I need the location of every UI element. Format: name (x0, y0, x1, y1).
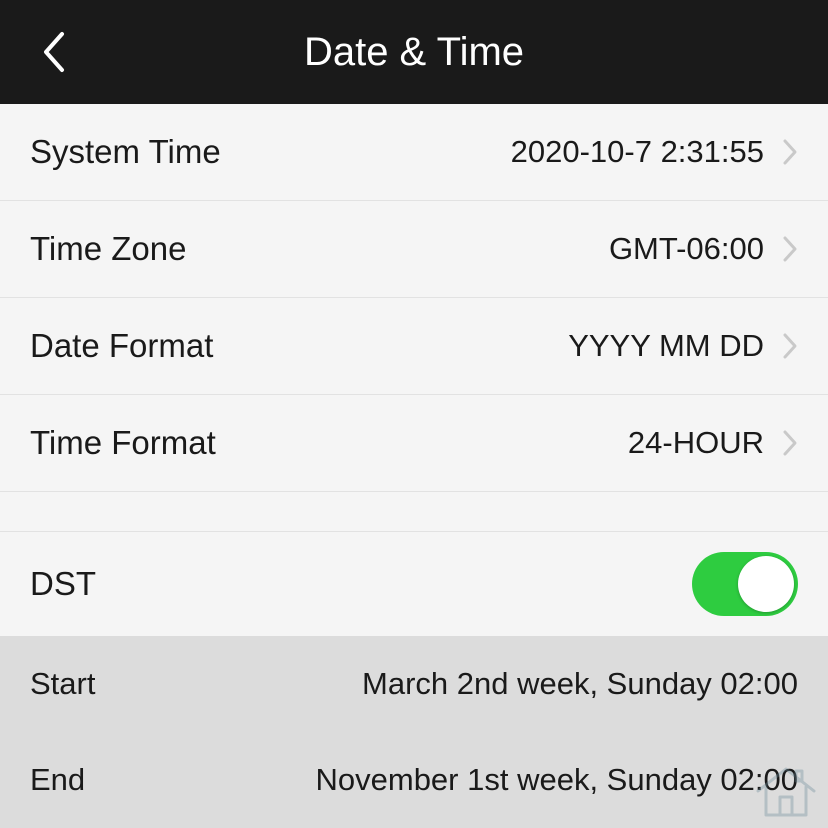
section-gap (0, 492, 828, 532)
chevron-right-icon (782, 332, 798, 360)
dst-toggle[interactable] (692, 552, 798, 616)
row-value: 24-HOUR (216, 425, 782, 461)
row-label: End (30, 762, 85, 798)
row-time-zone[interactable]: Time Zone GMT-06:00 (0, 201, 828, 298)
row-label: Date Format (30, 327, 213, 365)
dst-subsection: Start March 2nd week, Sunday 02:00 End N… (0, 636, 828, 828)
page-title: Date & Time (0, 30, 828, 75)
row-value: 2020-10-7 2:31:55 (221, 134, 782, 170)
row-value: November 1st week, Sunday 02:00 (85, 762, 798, 798)
row-label: Time Zone (30, 230, 187, 268)
row-label: Time Format (30, 424, 216, 462)
chevron-left-icon (40, 30, 66, 74)
back-button[interactable] (40, 30, 66, 74)
row-time-format[interactable]: Time Format 24-HOUR (0, 395, 828, 492)
row-dst: DST (0, 532, 828, 636)
row-dst-start[interactable]: Start March 2nd week, Sunday 02:00 (0, 636, 828, 732)
toggle-knob (738, 556, 794, 612)
chevron-right-icon (782, 138, 798, 166)
chevron-right-icon (782, 235, 798, 263)
house-watermark-icon (752, 761, 820, 826)
row-label: Start (30, 666, 95, 702)
row-label: System Time (30, 133, 221, 171)
header-bar: Date & Time (0, 0, 828, 104)
settings-list: System Time 2020-10-7 2:31:55 Time Zone … (0, 104, 828, 828)
row-value: March 2nd week, Sunday 02:00 (95, 666, 798, 702)
row-date-format[interactable]: Date Format YYYY MM DD (0, 298, 828, 395)
row-label: DST (30, 565, 692, 603)
row-system-time[interactable]: System Time 2020-10-7 2:31:55 (0, 104, 828, 201)
chevron-right-icon (782, 429, 798, 457)
row-value: GMT-06:00 (187, 231, 783, 267)
row-value: YYYY MM DD (213, 328, 782, 364)
row-dst-end[interactable]: End November 1st week, Sunday 02:00 (0, 732, 828, 828)
